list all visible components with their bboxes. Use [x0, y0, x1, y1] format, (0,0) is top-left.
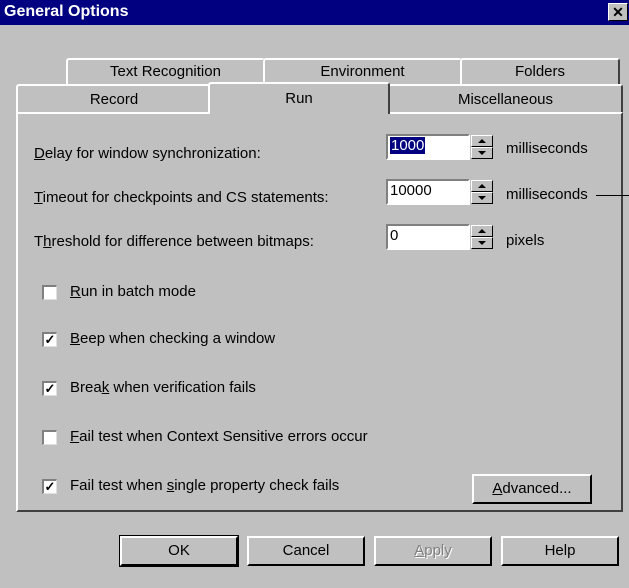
delay-spinner[interactable] — [471, 135, 493, 159]
timeout-input[interactable]: 10000 — [386, 179, 470, 205]
advanced-button[interactable]: Advanced... — [472, 474, 592, 504]
timeout-label: Timeout for checkpoints and CS statement… — [34, 189, 329, 206]
fail-cs-errors-checkbox[interactable] — [42, 430, 57, 445]
spin-up-button[interactable] — [471, 135, 493, 147]
break-checkbox[interactable]: ✓ — [42, 381, 57, 396]
arrow-down-icon — [478, 196, 486, 200]
threshold-unit: pixels — [506, 232, 545, 249]
arrow-up-icon — [478, 229, 486, 233]
apply-button[interactable]: Apply — [374, 536, 492, 566]
arrow-down-icon — [478, 241, 486, 245]
fail-property-label: Fail test when single property check fai… — [70, 477, 340, 494]
threshold-label: Threshold for difference between bitmaps… — [34, 233, 314, 250]
beep-checkbox[interactable]: ✓ — [42, 332, 57, 347]
spin-up-button[interactable] — [471, 225, 493, 237]
threshold-input[interactable]: 0 — [386, 224, 470, 250]
delay-unit: milliseconds — [506, 140, 588, 157]
cancel-button[interactable]: Cancel — [247, 536, 365, 566]
spin-up-button[interactable] — [471, 180, 493, 192]
arrow-up-icon — [478, 184, 486, 188]
threshold-value: 0 — [390, 227, 399, 244]
spin-down-button[interactable] — [471, 192, 493, 204]
break-label: Break when verification fails — [70, 379, 256, 396]
timeout-value: 10000 — [390, 182, 432, 199]
timeout-spinner[interactable] — [471, 180, 493, 204]
batch-mode-label: Run in batch mode — [70, 283, 196, 300]
delay-value: 1000 — [390, 137, 426, 154]
fail-property-checkbox[interactable]: ✓ — [42, 479, 57, 494]
fail-cs-errors-label: Fail test when Context Sensitive errors … — [70, 428, 368, 445]
delay-label: Delay for window synchronization: — [34, 145, 261, 162]
threshold-spinner[interactable] — [471, 225, 493, 249]
delay-input[interactable]: 1000 — [386, 134, 470, 160]
arrow-down-icon — [478, 151, 486, 155]
callout-line — [596, 195, 629, 196]
arrow-up-icon — [478, 139, 486, 143]
help-button[interactable]: Help — [501, 536, 619, 566]
batch-mode-checkbox[interactable] — [42, 285, 57, 300]
spin-down-button[interactable] — [471, 147, 493, 159]
timeout-unit: milliseconds — [506, 186, 588, 203]
ok-button[interactable]: OK — [119, 535, 239, 567]
beep-label: Beep when checking a window — [70, 330, 276, 347]
spin-down-button[interactable] — [471, 237, 493, 249]
